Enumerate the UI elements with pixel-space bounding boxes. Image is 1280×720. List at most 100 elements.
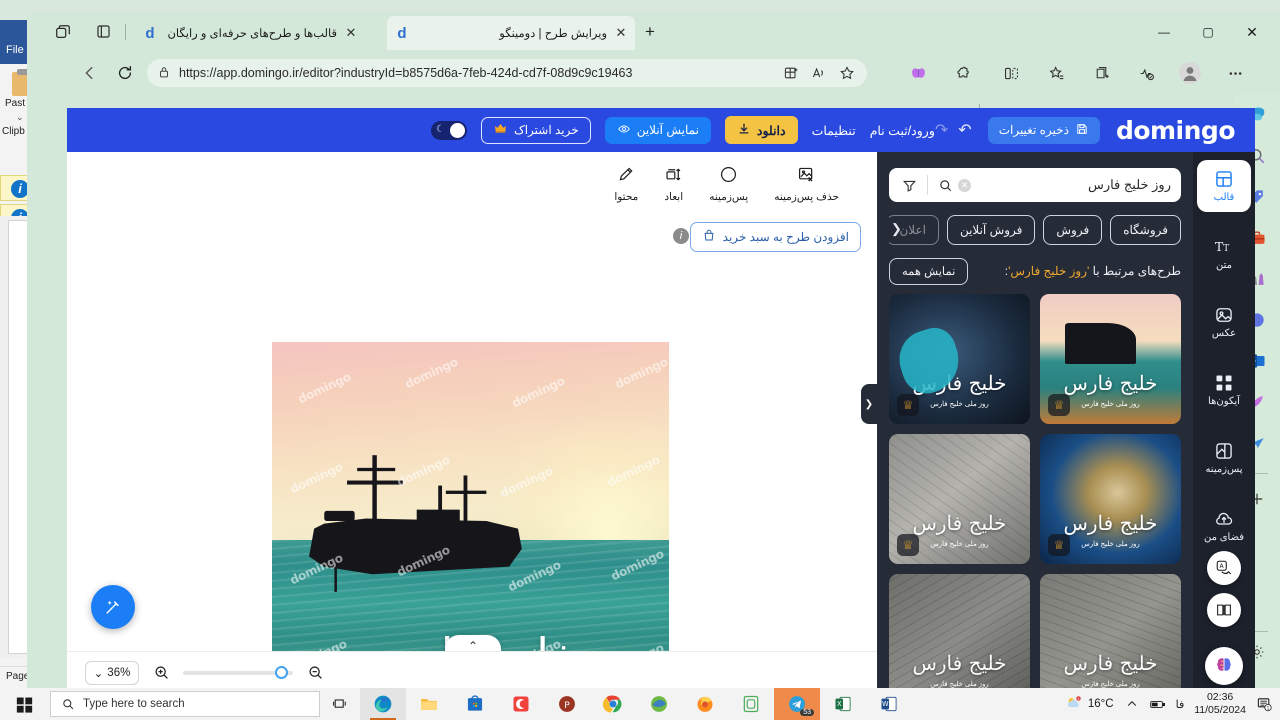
search-icon[interactable]: [936, 176, 954, 194]
show-all-button[interactable]: نمایش همه: [889, 257, 969, 285]
download-button[interactable]: دانلود: [724, 116, 798, 144]
online-preview-button[interactable]: نمایش آنلاین: [604, 116, 711, 144]
copilot-icon[interactable]: [907, 62, 929, 84]
signin-link[interactable]: ورود/ثبت نام: [870, 123, 935, 138]
sidebar-item-background[interactable]: پس‌زمینه: [1197, 432, 1251, 484]
template-card[interactable]: خلیج فارس روز ملی خلیج فارس: [1040, 574, 1181, 688]
profile-icon[interactable]: [1179, 62, 1201, 84]
battery-icon[interactable]: [1149, 696, 1166, 712]
template-card[interactable]: خلیج فارس روز ملی خلیج فارس ♕: [1040, 434, 1181, 564]
notifications-icon[interactable]: 1: [1256, 696, 1272, 712]
domingo-logo[interactable]: domingo: [1116, 116, 1236, 145]
chip-shop[interactable]: فروشگاه: [1110, 215, 1181, 245]
taskbar-app-camtasia[interactable]: [498, 688, 544, 720]
taskbar-app-idm[interactable]: [636, 688, 682, 720]
chevron-up-icon[interactable]: [1124, 696, 1140, 712]
copilot-brain-button[interactable]: [1205, 647, 1243, 685]
sidebar-item-icons[interactable]: آیکون‌ها: [1197, 364, 1251, 416]
new-tab-button[interactable]: +: [640, 23, 660, 43]
close-button[interactable]: ✕: [1230, 17, 1274, 47]
sidebar-item-template[interactable]: قالب: [1197, 160, 1251, 212]
close-icon[interactable]: ✕: [343, 25, 359, 41]
book-icon[interactable]: [1207, 593, 1241, 627]
info-icon[interactable]: i: [673, 228, 689, 244]
template-card[interactable]: خلیج فارس روز ملی خلیج فارس ♕: [889, 434, 1030, 564]
chevron-left-icon[interactable]: ❮: [891, 221, 902, 237]
add-to-cart-button[interactable]: افزودن طرح به سبد خرید: [689, 222, 861, 252]
more-icon[interactable]: [1224, 62, 1246, 84]
taskbar-app-microsoft-store[interactable]: [452, 688, 498, 720]
address-bar[interactable]: https://app.domingo.ir/editor?industryId…: [147, 59, 867, 87]
sidebar-item-text[interactable]: TT متن: [1197, 228, 1251, 280]
collections-icon[interactable]: [1090, 62, 1112, 84]
url-text: https://app.domingo.ir/editor?industryId…: [179, 66, 633, 80]
taskbar-app-excel[interactable]: X: [820, 688, 866, 720]
taskbar-app-green[interactable]: [728, 688, 774, 720]
sidebar-item-image[interactable]: عکس: [1197, 296, 1251, 348]
template-card[interactable]: خلیج فارس روز ملی خلیج فارس: [889, 574, 1030, 688]
domingo-favicon: d: [145, 24, 155, 42]
taskbar-app-chrome[interactable]: [590, 688, 636, 720]
background-tool[interactable]: پس‌زمینه: [709, 164, 748, 203]
theme-toggle[interactable]: ☾: [430, 120, 467, 140]
favorite-star-icon[interactable]: [837, 63, 857, 83]
subscription-button[interactable]: خرید اشتراک: [480, 116, 591, 144]
taskbar-search[interactable]: Type here to search: [50, 691, 320, 717]
taskbar-app-firefox[interactable]: [682, 688, 728, 720]
extensions-icon[interactable]: [952, 62, 974, 84]
magic-wand-button[interactable]: [91, 585, 135, 629]
taskbar-app-edge[interactable]: [360, 688, 406, 720]
chip-online-sale[interactable]: فروش آنلاین: [946, 215, 1036, 245]
task-view-icon[interactable]: [320, 688, 360, 720]
zoom-out-icon[interactable]: [305, 663, 325, 683]
template-search-box[interactable]: روز خلیج فارس ✕: [889, 168, 1181, 202]
favorites-icon[interactable]: [1045, 62, 1067, 84]
sidebar-label: عکس: [1211, 328, 1237, 339]
chevron-down-icon[interactable]: ⌄: [16, 112, 24, 123]
settings-link[interactable]: تنظیمات: [812, 123, 856, 138]
windows-start-icon[interactable]: [0, 688, 48, 720]
browser-tab-active[interactable]: d ویرایش طرح | دومینگو ✕: [387, 16, 635, 50]
taskbar-app-telegram[interactable]: 53: [774, 688, 820, 720]
maximize-button[interactable]: ▢: [1186, 17, 1230, 47]
chip-sale[interactable]: فروش: [1043, 215, 1103, 245]
translate-icon[interactable]: A: [1207, 551, 1241, 585]
save-changes-button[interactable]: ذخیره تغییرات: [987, 116, 1100, 144]
sidebar-item-myspace[interactable]: فضای من: [1197, 500, 1251, 552]
reload-icon[interactable]: [114, 62, 136, 84]
browser-essentials-icon[interactable]: [1135, 62, 1157, 84]
taskbar-app-word[interactable]: W: [866, 688, 912, 720]
split-screen-icon[interactable]: [781, 63, 801, 83]
filter-icon[interactable]: [899, 175, 919, 195]
taskbar-app-powerpoint[interactable]: P: [544, 688, 590, 720]
taskbar-app-file-explorer[interactable]: [406, 688, 452, 720]
zoom-toolbar: ⌄ 36%: [67, 651, 879, 688]
svg-text:T: T: [1223, 243, 1230, 254]
word-file-tab[interactable]: File: [6, 44, 24, 56]
clear-icon[interactable]: ✕: [958, 178, 971, 192]
zoom-slider[interactable]: [183, 665, 293, 679]
clock-date: 11/05/2024: [1194, 704, 1246, 716]
tab-actions-icon[interactable]: [54, 23, 72, 41]
back-icon[interactable]: [79, 62, 101, 84]
template-card[interactable]: خلیج فارس روز ملی خلیج فارس ♕: [889, 294, 1030, 424]
zoom-in-icon[interactable]: [151, 663, 171, 683]
browser-tab-inactive[interactable]: d قالب‌ها و طرح‌های حرفه‌ای و رایگان ✕: [135, 16, 365, 50]
content-tool[interactable]: محتوا: [614, 164, 638, 203]
template-card[interactable]: خلیج فارس روز ملی خلیج فارس ♕: [1040, 294, 1181, 424]
dimensions-tool[interactable]: ابعاد: [664, 164, 683, 203]
remove-background-tool[interactable]: حذف پس‌زمینه: [774, 164, 839, 203]
language-indicator[interactable]: فا: [1176, 698, 1185, 711]
zoom-level-select[interactable]: ⌄ 36%: [85, 660, 139, 685]
undo-icon[interactable]: ↶: [958, 120, 971, 140]
read-aloud-icon[interactable]: [809, 63, 829, 83]
weather-widget[interactable]: 1 16°C: [1065, 694, 1114, 715]
redo-icon[interactable]: ↷: [935, 120, 948, 140]
minimize-button[interactable]: —: [1142, 17, 1186, 47]
zoom-slider-handle[interactable]: [275, 665, 288, 679]
panel-collapse-handle[interactable]: ❯: [861, 384, 877, 424]
search-input[interactable]: روز خلیج فارس: [971, 177, 1171, 193]
close-icon[interactable]: ✕: [613, 25, 629, 41]
tab-list-icon[interactable]: [95, 23, 113, 41]
split-screen-icon[interactable]: [1000, 62, 1022, 84]
